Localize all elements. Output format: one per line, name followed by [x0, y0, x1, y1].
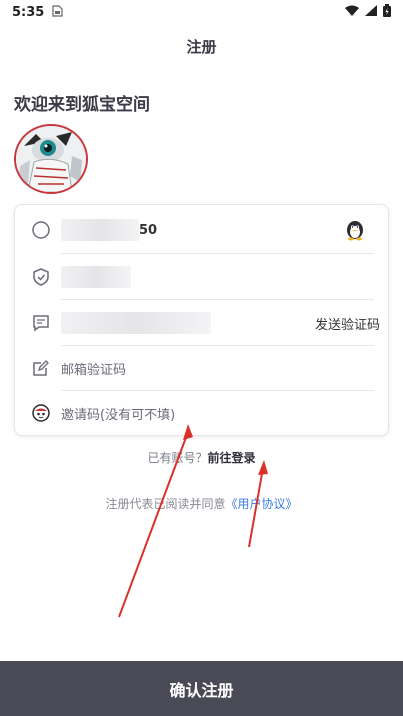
- wifi-icon: [345, 5, 359, 19]
- page-title: 注册: [186, 37, 217, 56]
- captcha-field[interactable]: [61, 254, 374, 300]
- status-icons: [345, 4, 391, 20]
- welcome-heading: 欢迎来到狐宝空间: [14, 95, 150, 115]
- go-login-link[interactable]: 前往登录: [208, 451, 256, 465]
- shield-check-icon: [31, 267, 51, 287]
- message-icon: [31, 313, 51, 333]
- phone-visible-suffix: 50: [139, 222, 158, 238]
- masked-captcha: [61, 266, 131, 288]
- mascot-icon: [31, 403, 51, 423]
- registration-form: 50 发送验证码 邮箱验证码 邀请码(没有可不填): [14, 204, 389, 436]
- invite-code-row: 邀请码(没有可不填): [15, 390, 388, 436]
- title-bar: 注册: [0, 24, 403, 68]
- edit-icon: [31, 358, 51, 378]
- captcha-row: [15, 254, 388, 300]
- login-prompt-text: 已有账号？: [147, 451, 208, 465]
- masked-sms-code: [61, 312, 211, 334]
- invite-code-placeholder: 邀请码(没有可不填): [61, 407, 176, 423]
- status-time: 5:35: [12, 4, 45, 20]
- send-code-button[interactable]: 发送验证码: [315, 314, 380, 333]
- masked-phone: [61, 219, 139, 241]
- battery-icon: [383, 4, 391, 20]
- sms-code-row: 发送验证码: [15, 300, 388, 346]
- user-agreement-link[interactable]: 《用户协议》: [226, 497, 298, 511]
- confirm-register-button[interactable]: 确认注册: [0, 661, 403, 716]
- phone-row: 50: [15, 207, 388, 253]
- avatar[interactable]: [14, 124, 88, 194]
- agreement-text: 注册代表已阅读并同意: [105, 497, 226, 511]
- status-bar: 5:35: [0, 0, 403, 24]
- email-code-field[interactable]: 邮箱验证码: [61, 345, 374, 391]
- email-code-row: 邮箱验证码: [15, 345, 388, 391]
- invite-code-field[interactable]: 邀请码(没有可不填): [61, 390, 374, 436]
- phone-circle-icon: [31, 220, 51, 240]
- phone-field[interactable]: 50: [61, 207, 374, 253]
- sim-card-icon: [52, 4, 63, 20]
- qq-penguin-icon[interactable]: [344, 219, 366, 241]
- login-prompt: 已有账号？前往登录: [0, 449, 403, 466]
- email-code-placeholder: 邮箱验证码: [61, 362, 127, 378]
- agreement-notice: 注册代表已阅读并同意《用户协议》: [0, 495, 403, 512]
- signal-icon: [365, 5, 377, 19]
